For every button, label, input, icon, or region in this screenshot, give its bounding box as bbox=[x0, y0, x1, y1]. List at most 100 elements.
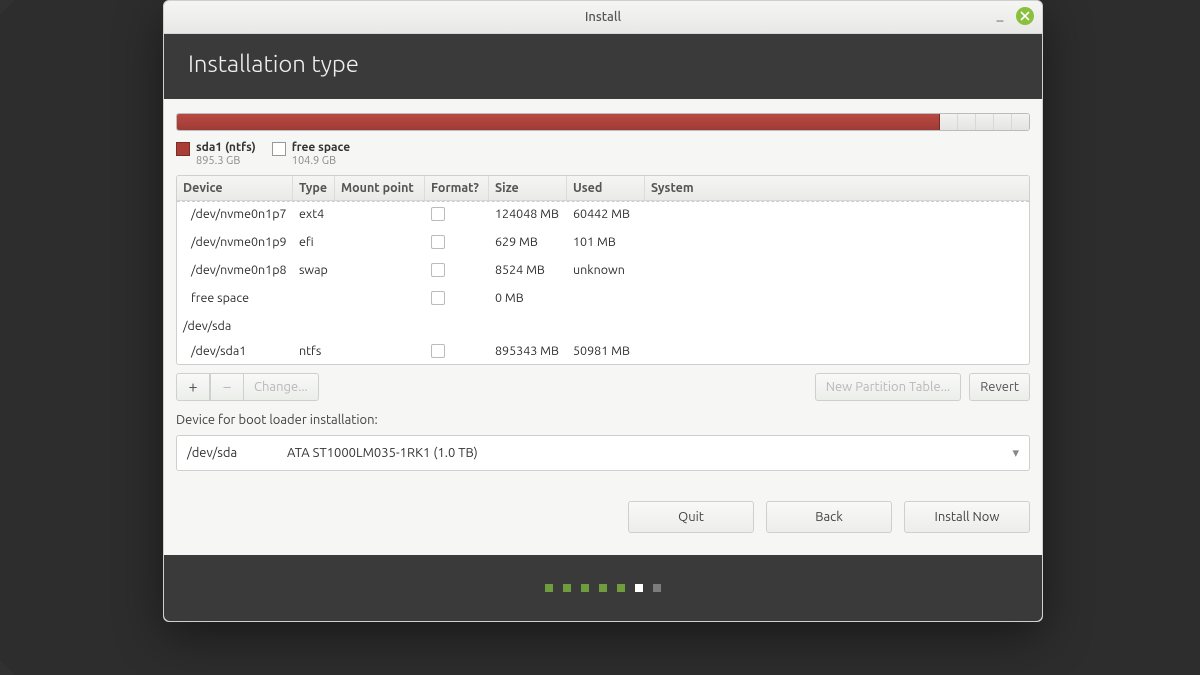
close-icon bbox=[1020, 11, 1030, 21]
col-size[interactable]: Size bbox=[489, 176, 567, 200]
cell-type bbox=[293, 286, 335, 313]
progress-dot[interactable] bbox=[581, 584, 589, 592]
table-device-header[interactable]: /dev/sda bbox=[177, 314, 1029, 339]
table-body: /dev/nvme0n1p7ext4124048 MB60442 MB/dev/… bbox=[177, 201, 1029, 364]
cell-used bbox=[567, 286, 645, 313]
col-used[interactable]: Used bbox=[567, 176, 645, 200]
legend-item-sda1: sda1 (ntfs) 895.3 GB bbox=[176, 141, 256, 167]
col-system[interactable]: System bbox=[645, 176, 1029, 200]
progress-dot[interactable] bbox=[635, 584, 643, 592]
cell-used: 50981 MB bbox=[567, 339, 645, 364]
minimize-button[interactable]: – bbox=[992, 8, 1008, 24]
cell-system bbox=[645, 339, 1029, 364]
cell-format bbox=[425, 286, 489, 313]
quit-button[interactable]: Quit bbox=[628, 501, 754, 533]
progress-dot[interactable] bbox=[599, 584, 607, 592]
cell-type bbox=[293, 314, 335, 338]
bootloader-desc: ATA ST1000LM035-1RK1 (1.0 TB) bbox=[287, 446, 1012, 460]
format-checkbox[interactable] bbox=[431, 263, 445, 277]
close-button[interactable] bbox=[1016, 7, 1034, 25]
cell-size: 8524 MB bbox=[489, 258, 567, 285]
cell-mount bbox=[335, 258, 425, 285]
cell-type: ext4 bbox=[293, 202, 335, 229]
cell-device: /dev/nvme0n1p7 bbox=[177, 202, 293, 229]
new-partition-table-button[interactable]: New Partition Table... bbox=[815, 373, 962, 401]
cell-system bbox=[645, 286, 1029, 313]
progress-dots bbox=[164, 555, 1042, 621]
cell-size: 0 MB bbox=[489, 286, 567, 313]
cell-type: efi bbox=[293, 230, 335, 257]
format-checkbox[interactable] bbox=[431, 235, 445, 249]
cell-device: /dev/nvme0n1p9 bbox=[177, 230, 293, 257]
table-row[interactable]: /dev/nvme0n1p9efi 629 MB101 MB bbox=[177, 230, 1029, 258]
cell-format bbox=[425, 314, 489, 338]
cell-mount bbox=[335, 286, 425, 313]
cell-format bbox=[425, 202, 489, 229]
cell-system bbox=[645, 202, 1029, 229]
window-title: Install bbox=[164, 10, 1042, 24]
revert-button[interactable]: Revert bbox=[969, 373, 1030, 401]
titlebar[interactable]: Install – bbox=[164, 1, 1042, 34]
cell-mount bbox=[335, 230, 425, 257]
cell-size: 895343 MB bbox=[489, 339, 567, 364]
cell-system bbox=[645, 258, 1029, 285]
usage-segment-free[interactable] bbox=[940, 114, 1029, 130]
progress-dot[interactable] bbox=[653, 584, 661, 592]
usage-legend: sda1 (ntfs) 895.3 GB free space 104.9 GB bbox=[176, 141, 1030, 167]
cell-mount bbox=[335, 314, 425, 338]
progress-dot[interactable] bbox=[545, 584, 553, 592]
change-partition-button[interactable]: Change... bbox=[244, 373, 319, 401]
usage-segment-sda1[interactable] bbox=[177, 114, 940, 130]
cell-system bbox=[645, 230, 1029, 257]
disk-usage-bar[interactable] bbox=[176, 113, 1030, 131]
cell-used: 60442 MB bbox=[567, 202, 645, 229]
table-row[interactable]: /dev/nvme0n1p8swap 8524 MBunknown bbox=[177, 258, 1029, 286]
cell-device: /dev/sda bbox=[177, 314, 293, 338]
table-row[interactable]: free space 0 MB bbox=[177, 286, 1029, 314]
format-checkbox[interactable] bbox=[431, 207, 445, 221]
progress-dot[interactable] bbox=[563, 584, 571, 592]
cell-mount bbox=[335, 339, 425, 364]
legend-item-free: free space 104.9 GB bbox=[272, 141, 350, 167]
cell-format bbox=[425, 258, 489, 285]
legend-label: sda1 (ntfs) bbox=[196, 141, 256, 155]
wizard-nav: Quit Back Install Now bbox=[176, 501, 1030, 533]
partition-table[interactable]: Device Type Mount point Format? Size Use… bbox=[176, 175, 1030, 365]
col-mount[interactable]: Mount point bbox=[335, 176, 425, 200]
cell-used: unknown bbox=[567, 258, 645, 285]
col-format[interactable]: Format? bbox=[425, 176, 489, 200]
swatch-icon bbox=[272, 142, 286, 156]
cell-size: 629 MB bbox=[489, 230, 567, 257]
chevron-down-icon: ▾ bbox=[1012, 446, 1019, 461]
titlebar-controls: – bbox=[992, 7, 1034, 25]
col-device[interactable]: Device bbox=[177, 176, 293, 200]
cell-device: free space bbox=[177, 286, 293, 313]
page-title: Installation type bbox=[188, 50, 359, 77]
cell-used bbox=[567, 314, 645, 338]
legend-label: free space bbox=[292, 141, 350, 155]
progress-dot[interactable] bbox=[617, 584, 625, 592]
table-header-row: Device Type Mount point Format? Size Use… bbox=[177, 176, 1029, 201]
table-row[interactable]: /dev/sda1ntfs 895343 MB50981 MB bbox=[177, 339, 1029, 364]
cell-used: 101 MB bbox=[567, 230, 645, 257]
partition-toolbar: + − Change... New Partition Table... Rev… bbox=[176, 373, 1030, 401]
legend-sublabel: 895.3 GB bbox=[196, 155, 256, 167]
back-button[interactable]: Back bbox=[766, 501, 892, 533]
install-now-button[interactable]: Install Now bbox=[904, 501, 1030, 533]
cell-size bbox=[489, 314, 567, 338]
bootloader-device-select[interactable]: /dev/sda ATA ST1000LM035-1RK1 (1.0 TB) ▾ bbox=[176, 435, 1030, 471]
cell-device: /dev/sda1 bbox=[177, 339, 293, 364]
format-checkbox[interactable] bbox=[431, 291, 445, 305]
cell-format bbox=[425, 339, 489, 364]
cell-type: ntfs bbox=[293, 339, 335, 364]
add-partition-button[interactable]: + bbox=[176, 373, 210, 401]
cell-system bbox=[645, 314, 1029, 338]
cell-device: /dev/nvme0n1p8 bbox=[177, 258, 293, 285]
col-type[interactable]: Type bbox=[293, 176, 335, 200]
table-row[interactable]: /dev/nvme0n1p7ext4124048 MB60442 MB bbox=[177, 202, 1029, 230]
bootloader-device: /dev/sda bbox=[187, 446, 287, 460]
format-checkbox[interactable] bbox=[431, 344, 445, 358]
cell-type: swap bbox=[293, 258, 335, 285]
cell-format bbox=[425, 230, 489, 257]
remove-partition-button[interactable]: − bbox=[210, 373, 244, 401]
